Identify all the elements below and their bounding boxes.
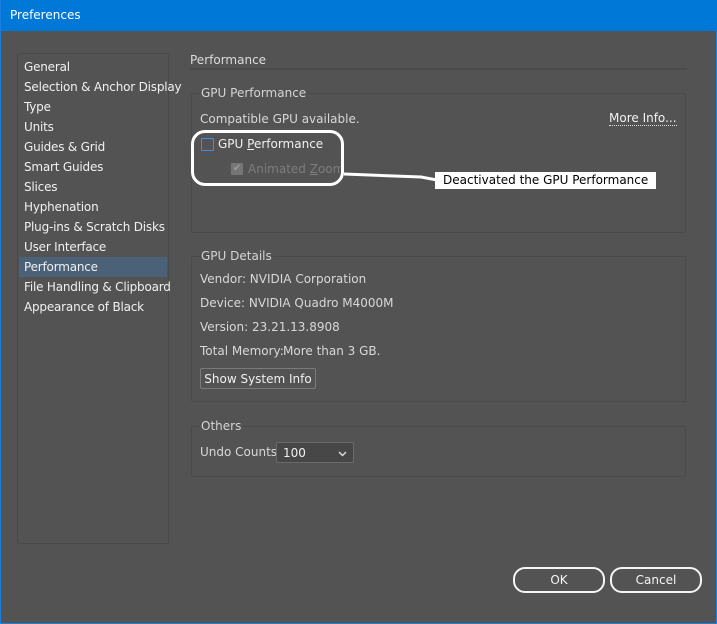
- gpu-status-text: Compatible GPU available.: [200, 112, 360, 126]
- gpu-vendor-text: Vendor: NVIDIA Corporation: [200, 272, 367, 286]
- sidebar-item-smart-guides[interactable]: Smart Guides: [19, 157, 167, 177]
- more-info-link[interactable]: More Info...: [609, 112, 677, 126]
- cancel-button[interactable]: Cancel: [610, 567, 702, 593]
- undo-counts-value: 100: [283, 446, 306, 460]
- gpu-details-group-label: GPU Details: [200, 249, 273, 263]
- undo-counts-select[interactable]: 100: [276, 442, 354, 463]
- sidebar-item-user-interface[interactable]: User Interface: [19, 237, 167, 257]
- annotation-label: Deactivated the GPU Performance: [435, 172, 657, 189]
- gpu-version-text: Version: 23.21.13.8908: [200, 320, 340, 334]
- others-group-label: Others: [200, 419, 243, 433]
- sidebar-item-file-handling-clipboard[interactable]: File Handling & Clipboard: [19, 277, 171, 297]
- sidebar-item-selection-anchor-display[interactable]: Selection & Anchor Display: [19, 77, 182, 97]
- sidebar-item-hyphenation[interactable]: Hyphenation: [19, 197, 167, 217]
- sidebar-item-slices[interactable]: Slices: [19, 177, 167, 197]
- sidebar-item-appearance-of-black[interactable]: Appearance of Black: [19, 297, 167, 317]
- chevron-down-icon: [338, 443, 347, 469]
- sidebar-item-general[interactable]: General: [19, 57, 167, 77]
- preferences-dialog: Preferences General Selection & Anchor D…: [0, 0, 717, 624]
- page-title: Performance: [190, 53, 267, 67]
- total-memory-label: Total Memory:: [200, 344, 284, 358]
- gpu-performance-group-label: GPU Performance: [200, 86, 308, 100]
- annotation-highlight-oval: [191, 130, 344, 186]
- sidebar-item-type[interactable]: Type: [19, 97, 167, 117]
- preferences-sidebar: General Selection & Anchor Display Type …: [17, 53, 182, 544]
- sidebar-item-performance[interactable]: Performance: [19, 257, 167, 277]
- undo-counts-label: Undo Counts:: [200, 445, 282, 459]
- ok-button[interactable]: OK: [513, 567, 605, 593]
- sidebar-item-guides-grid[interactable]: Guides & Grid: [19, 137, 167, 157]
- sidebar-item-units[interactable]: Units: [19, 117, 167, 137]
- title-bar: Preferences: [1, 0, 717, 31]
- sidebar-item-plugins-scratch-disks[interactable]: Plug-ins & Scratch Disks: [19, 217, 167, 237]
- show-system-info-button[interactable]: Show System Info: [200, 368, 316, 389]
- title-divider: [190, 68, 687, 70]
- gpu-device-text: Device: NVIDIA Quadro M4000M: [200, 296, 394, 310]
- total-memory-value: More than 3 GB.: [283, 344, 381, 358]
